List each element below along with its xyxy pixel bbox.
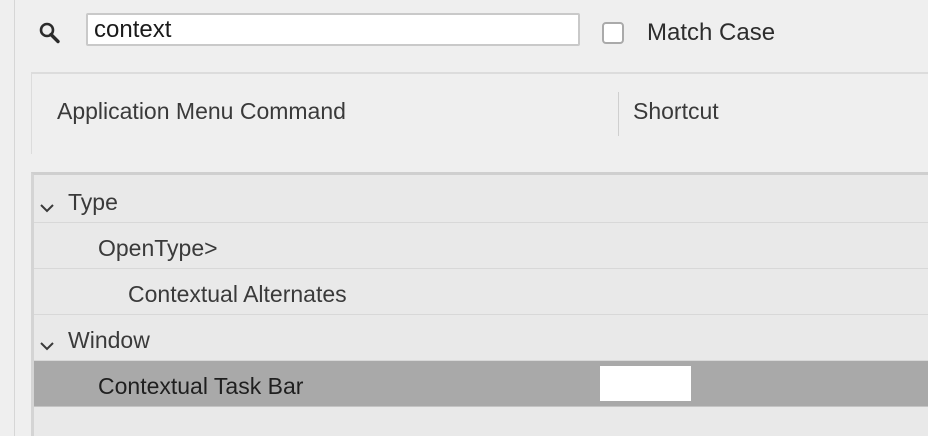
column-header-bar: Application Menu Command Shortcut <box>31 72 928 154</box>
list-item-command-contextual-alternates[interactable]: Contextual Alternates <box>34 269 928 315</box>
column-divider[interactable] <box>618 92 619 136</box>
command-list: Type OpenType> Contextual Alternates Win… <box>31 172 928 436</box>
list-item-label: OpenType> <box>98 235 218 261</box>
chevron-down-icon[interactable] <box>38 331 56 351</box>
shortcut-input[interactable] <box>600 366 691 401</box>
column-header-command[interactable]: Application Menu Command <box>57 98 346 125</box>
list-item-group-window[interactable]: Window <box>34 315 928 361</box>
list-item-label: Contextual Task Bar <box>98 373 304 399</box>
list-item-group-type[interactable]: Type <box>34 177 928 223</box>
search-input[interactable] <box>86 13 580 46</box>
chevron-down-icon[interactable] <box>38 193 56 213</box>
search-icon <box>38 22 62 46</box>
panel-edge <box>14 0 15 436</box>
list-item-submenu-opentype[interactable]: OpenType> <box>34 223 928 269</box>
match-case-label[interactable]: Match Case <box>647 19 775 47</box>
list-item-label: Type <box>68 189 118 215</box>
keyboard-shortcuts-panel: Match Case Application Menu Command Shor… <box>0 0 928 436</box>
list-item-label: Contextual Alternates <box>128 281 347 307</box>
list-item-command-contextual-task-bar[interactable]: Contextual Task Bar <box>34 361 928 407</box>
match-case-option[interactable]: Match Case <box>602 19 775 47</box>
list-item-label: Window <box>68 327 150 353</box>
match-case-checkbox[interactable] <box>602 22 624 44</box>
column-header-shortcut[interactable]: Shortcut <box>633 98 719 125</box>
